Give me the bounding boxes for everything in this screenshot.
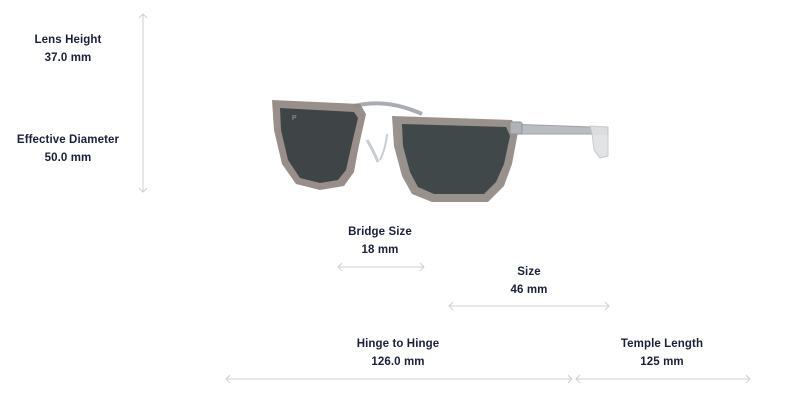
size-title: Size	[517, 266, 541, 278]
effective-diameter-value: 50.0 mm	[44, 152, 92, 164]
temple-length-label: Temple Length 125 mm	[602, 335, 722, 371]
effective-diameter-title: Effective Diameter	[16, 134, 120, 146]
size-guide-arrow	[448, 301, 610, 311]
bridge-size-guide-arrow	[337, 262, 425, 272]
size-label: Size 46 mm	[479, 263, 579, 299]
temple-tip	[589, 125, 609, 159]
temple-length-value: 125 mm	[640, 356, 684, 368]
right-lens	[402, 124, 510, 194]
hinge	[509, 121, 523, 135]
nose-pad	[365, 139, 380, 163]
bridge-size-value: 18 mm	[361, 244, 399, 256]
lens-height-label: Lens Height 37.0 mm	[8, 31, 128, 67]
sunglasses-product-image: P	[272, 100, 609, 202]
temple-length-guide-arrow	[575, 374, 751, 384]
lens-badge: P	[292, 115, 297, 122]
lens-height-value: 37.0 mm	[44, 52, 92, 64]
hinge-to-hinge-guide-arrow	[225, 374, 573, 384]
size-value: 46 mm	[510, 284, 548, 296]
bridge-size-label: Bridge Size 18 mm	[330, 223, 430, 259]
temple-length-title: Temple Length	[620, 338, 704, 350]
hinge-to-hinge-title: Hinge to Hinge	[356, 338, 440, 350]
hinge-to-hinge-label: Hinge to Hinge 126.0 mm	[338, 335, 458, 371]
lens-height-guide-arrow	[138, 13, 148, 193]
hinge-to-hinge-value: 126.0 mm	[371, 356, 425, 368]
lens-height-title: Lens Height	[34, 34, 102, 46]
effective-diameter-label: Effective Diameter 50.0 mm	[4, 131, 132, 167]
bridge-size-title: Bridge Size	[348, 226, 412, 238]
